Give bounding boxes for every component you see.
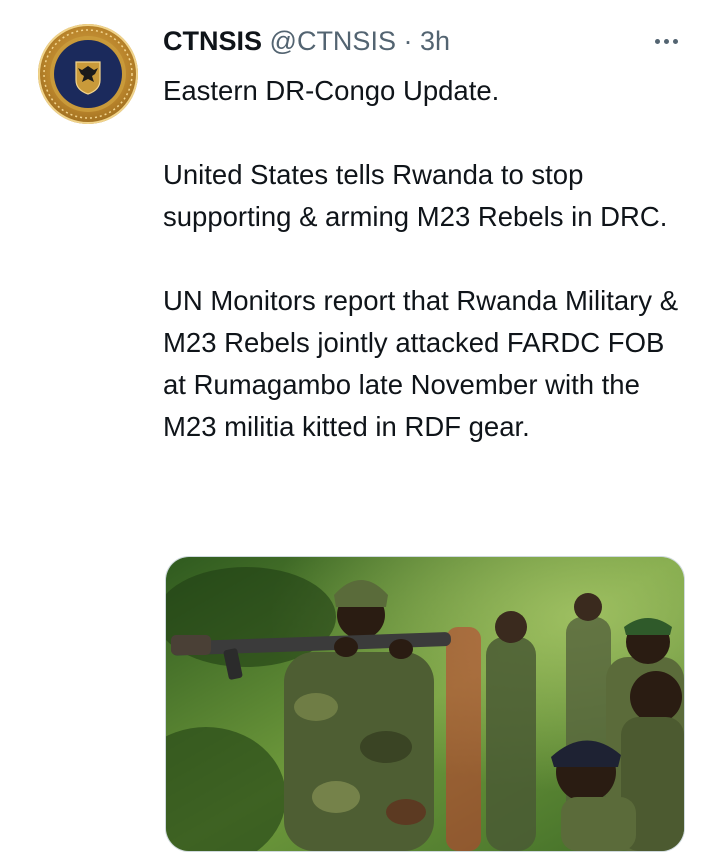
tweet-paragraph: UN Monitors report that Rwanda Military … (163, 285, 679, 442)
more-options-icon[interactable] (648, 26, 684, 56)
display-name[interactable]: CTNSIS (163, 26, 262, 56)
header-separator: · (403, 26, 413, 56)
eagle-crest-icon (43, 29, 133, 119)
timestamp[interactable]: 3h (420, 26, 450, 56)
avatar[interactable] (38, 24, 138, 124)
tweet-body: Eastern DR-Congo Update. United States t… (163, 70, 693, 448)
photo-soldiers (166, 557, 684, 851)
tweet-paragraph: Eastern DR-Congo Update. (163, 75, 500, 106)
user-handle[interactable]: @CTNSIS (270, 26, 396, 56)
tweet-photo[interactable] (165, 556, 685, 852)
tweet-header: CTNSIS @CTNSIS · 3h (163, 26, 450, 56)
tweet-paragraph: United States tells Rwanda to stop suppo… (163, 159, 668, 232)
